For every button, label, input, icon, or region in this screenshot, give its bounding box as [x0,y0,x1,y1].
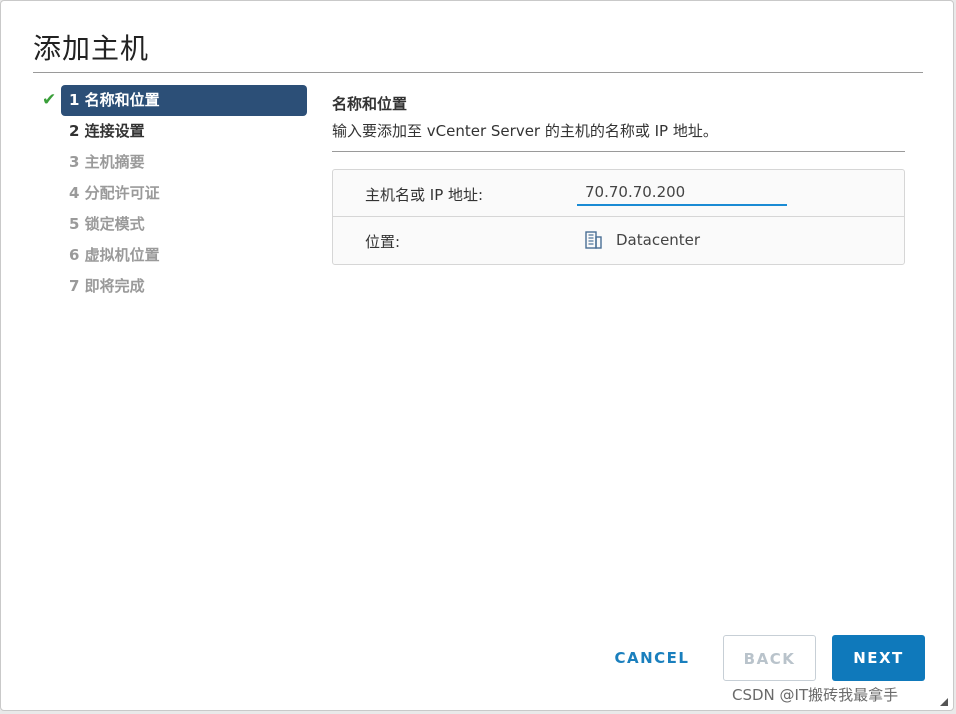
wizard-steps: ✔ 1 名称和位置 2 连接设置 3 主机摘要 4 分配许可证 5 锁定模式 6… [37,85,307,302]
wizard-step-ready-to-complete: 7 即将完成 [69,277,145,295]
wizard-step-host-summary: 3 主机摘要 [69,153,145,171]
wizard-step-vm-location: 6 虚拟机位置 [69,246,160,264]
host-name-label: 主机名或 IP 地址: [365,186,484,204]
section-title: 名称和位置 [332,95,408,113]
add-host-dialog: 添加主机 ✔ 1 名称和位置 2 连接设置 3 主机摘要 4 分配许可证 5 锁… [0,0,954,711]
host-form: 主机名或 IP 地址: 位置: Datacenter [332,169,905,265]
dialog-title: 添加主机 [33,32,150,65]
wizard-step-lockdown-mode: 5 锁定模式 [69,215,145,233]
wizard-step-connection-settings[interactable]: 2 连接设置 [37,116,307,147]
location-value[interactable]: Datacenter [616,231,700,249]
location-label: 位置: [365,233,401,251]
content-divider [332,151,905,152]
back-button[interactable]: BACK [723,635,816,681]
wizard-step-assign-license: 4 分配许可证 [69,184,160,202]
location-row: 位置: Datacenter [333,217,904,264]
host-name-row: 主机名或 IP 地址: [333,170,904,217]
checkmark-icon: ✔ [42,90,57,110]
datacenter-icon [585,231,602,249]
wizard-step-name-location[interactable]: 1 名称和位置 [61,85,307,116]
title-divider [33,72,923,73]
resize-handle-icon[interactable] [940,698,948,706]
step-content: 名称和位置 输入要添加至 vCenter Server 的主机的名称或 IP 地… [332,93,907,152]
cancel-button[interactable]: CANCEL [605,635,699,681]
section-description: 输入要添加至 vCenter Server 的主机的名称或 IP 地址。 [332,122,718,140]
watermark: CSDN @IT搬砖我最拿手 [732,686,899,704]
next-button[interactable]: NEXT [832,635,925,681]
step-1-wrap: ✔ 1 名称和位置 [37,85,307,116]
host-name-input[interactable] [577,180,787,206]
